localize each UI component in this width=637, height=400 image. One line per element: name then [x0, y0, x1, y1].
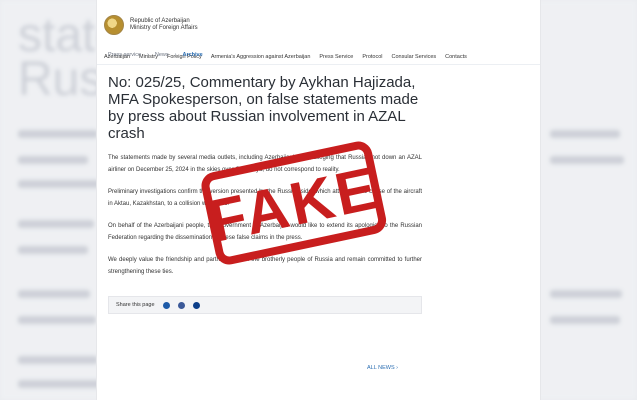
breadcrumb-press-service[interactable]: Press service [108, 52, 141, 58]
share-bar: Share this page [108, 296, 422, 315]
bg-line [18, 220, 94, 228]
bg-line [18, 130, 98, 138]
all-news-label: ALL NEWS [367, 365, 395, 371]
org-name-line1: Republic of Azerbaijan [130, 18, 190, 24]
bg-line [550, 290, 622, 298]
bg-line [18, 246, 88, 254]
breadcrumb-separator: › [174, 52, 177, 58]
org-name: Republic of Azerbaijan Ministry of Forei… [130, 18, 198, 32]
breadcrumb-archive[interactable]: Archive [182, 52, 202, 58]
share-label: Share this page [116, 302, 155, 309]
site-header: Republic of Azerbaijan Ministry of Forei… [97, 0, 540, 50]
all-news-link[interactable]: ALL NEWS › [367, 365, 398, 371]
bg-line [550, 130, 620, 138]
bg-line [18, 156, 88, 164]
chevron-right-icon: › [396, 365, 398, 371]
bg-line [550, 316, 620, 324]
breadcrumb-separator: › [147, 52, 149, 58]
bg-line [18, 380, 102, 388]
facebook-icon[interactable] [177, 301, 185, 309]
article-title: No: 025/25, Commentary by Aykhan Hajizad… [108, 74, 419, 142]
bg-line [18, 356, 98, 364]
email-icon[interactable] [192, 301, 200, 309]
breadcrumb-news[interactable]: News [155, 52, 169, 58]
breadcrumb: Press service › News › Archive [108, 52, 422, 58]
state-emblem-icon [104, 15, 124, 35]
bg-line [18, 180, 100, 188]
org-name-line2: Ministry of Foreign Affairs [130, 25, 198, 31]
bg-line [18, 290, 90, 298]
bg-line [550, 156, 624, 164]
bg-line [18, 316, 96, 324]
nav-contacts[interactable]: Contacts [445, 54, 467, 60]
twitter-icon[interactable] [162, 301, 170, 309]
